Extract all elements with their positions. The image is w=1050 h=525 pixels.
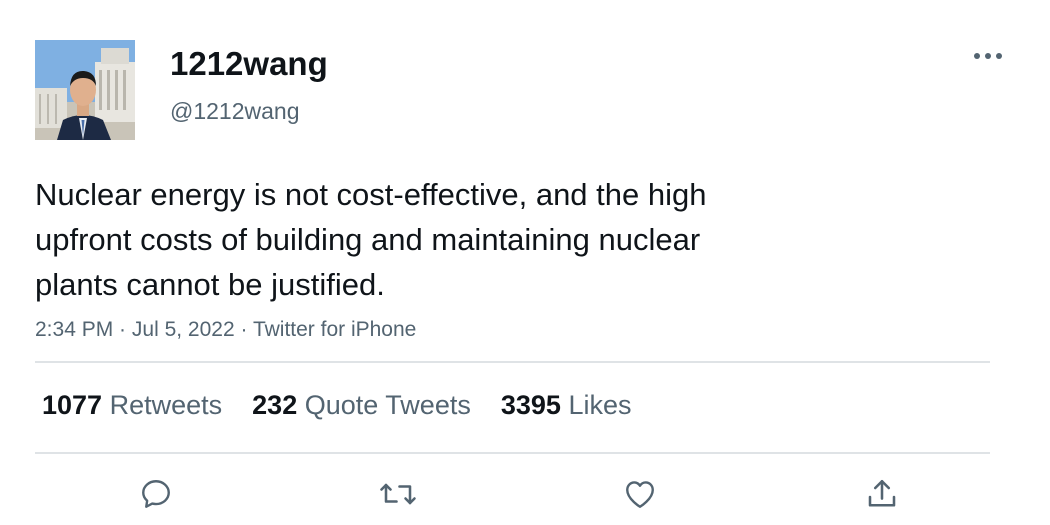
retweets-label: Retweets [109,390,223,420]
heart-icon [626,481,654,508]
avatar-photo [35,40,135,140]
like-button[interactable] [620,474,660,514]
likes-count: 3395 [500,390,561,420]
tweet-text: Nuclear energy is not cost-effective, an… [35,172,855,307]
quote-tweets-count: 232 [252,390,298,420]
more-options-button[interactable] [968,40,1008,72]
divider [35,361,990,363]
meta-separator: · [234,318,253,341]
more-horizontal-icon [974,53,1002,59]
tweet-time[interactable]: 2:34 PM [35,318,113,341]
share-icon [868,479,896,507]
retweet-button[interactable] [378,474,418,514]
share-button[interactable] [862,474,902,514]
quote-tweets-label: Quote Tweets [304,390,471,420]
likes-stat[interactable]: 3395 Likes [501,387,632,423]
tweet-metadata: 2:34 PM · Jul 5, 2022 · Twitter for iPho… [35,315,416,345]
meta-separator: · [113,318,132,341]
tweet-date[interactable]: Jul 5, 2022 [132,318,235,341]
tweet-text-line: plants cannot be justified. [35,267,385,302]
retweet-icon [380,483,416,505]
tweet-source[interactable]: Twitter for iPhone [253,318,416,341]
divider [35,452,990,454]
display-name[interactable]: 1212wang [170,44,328,84]
tweet-stats: 1077 Retweets 232 Quote Tweets 3395 Like… [42,387,661,423]
retweets-count: 1077 [42,390,103,420]
quote-tweets-stat[interactable]: 232 Quote Tweets [252,387,471,423]
retweets-stat[interactable]: 1077 Retweets [42,387,222,423]
likes-label: Likes [568,390,632,420]
user-handle[interactable]: @1212wang [170,96,300,126]
reply-icon [142,480,170,508]
tweet-text-line: upfront costs of building and maintainin… [35,222,701,257]
avatar[interactable] [35,40,135,140]
reply-button[interactable] [136,474,176,514]
tweet-text-line: Nuclear energy is not cost-effective, an… [35,177,707,212]
